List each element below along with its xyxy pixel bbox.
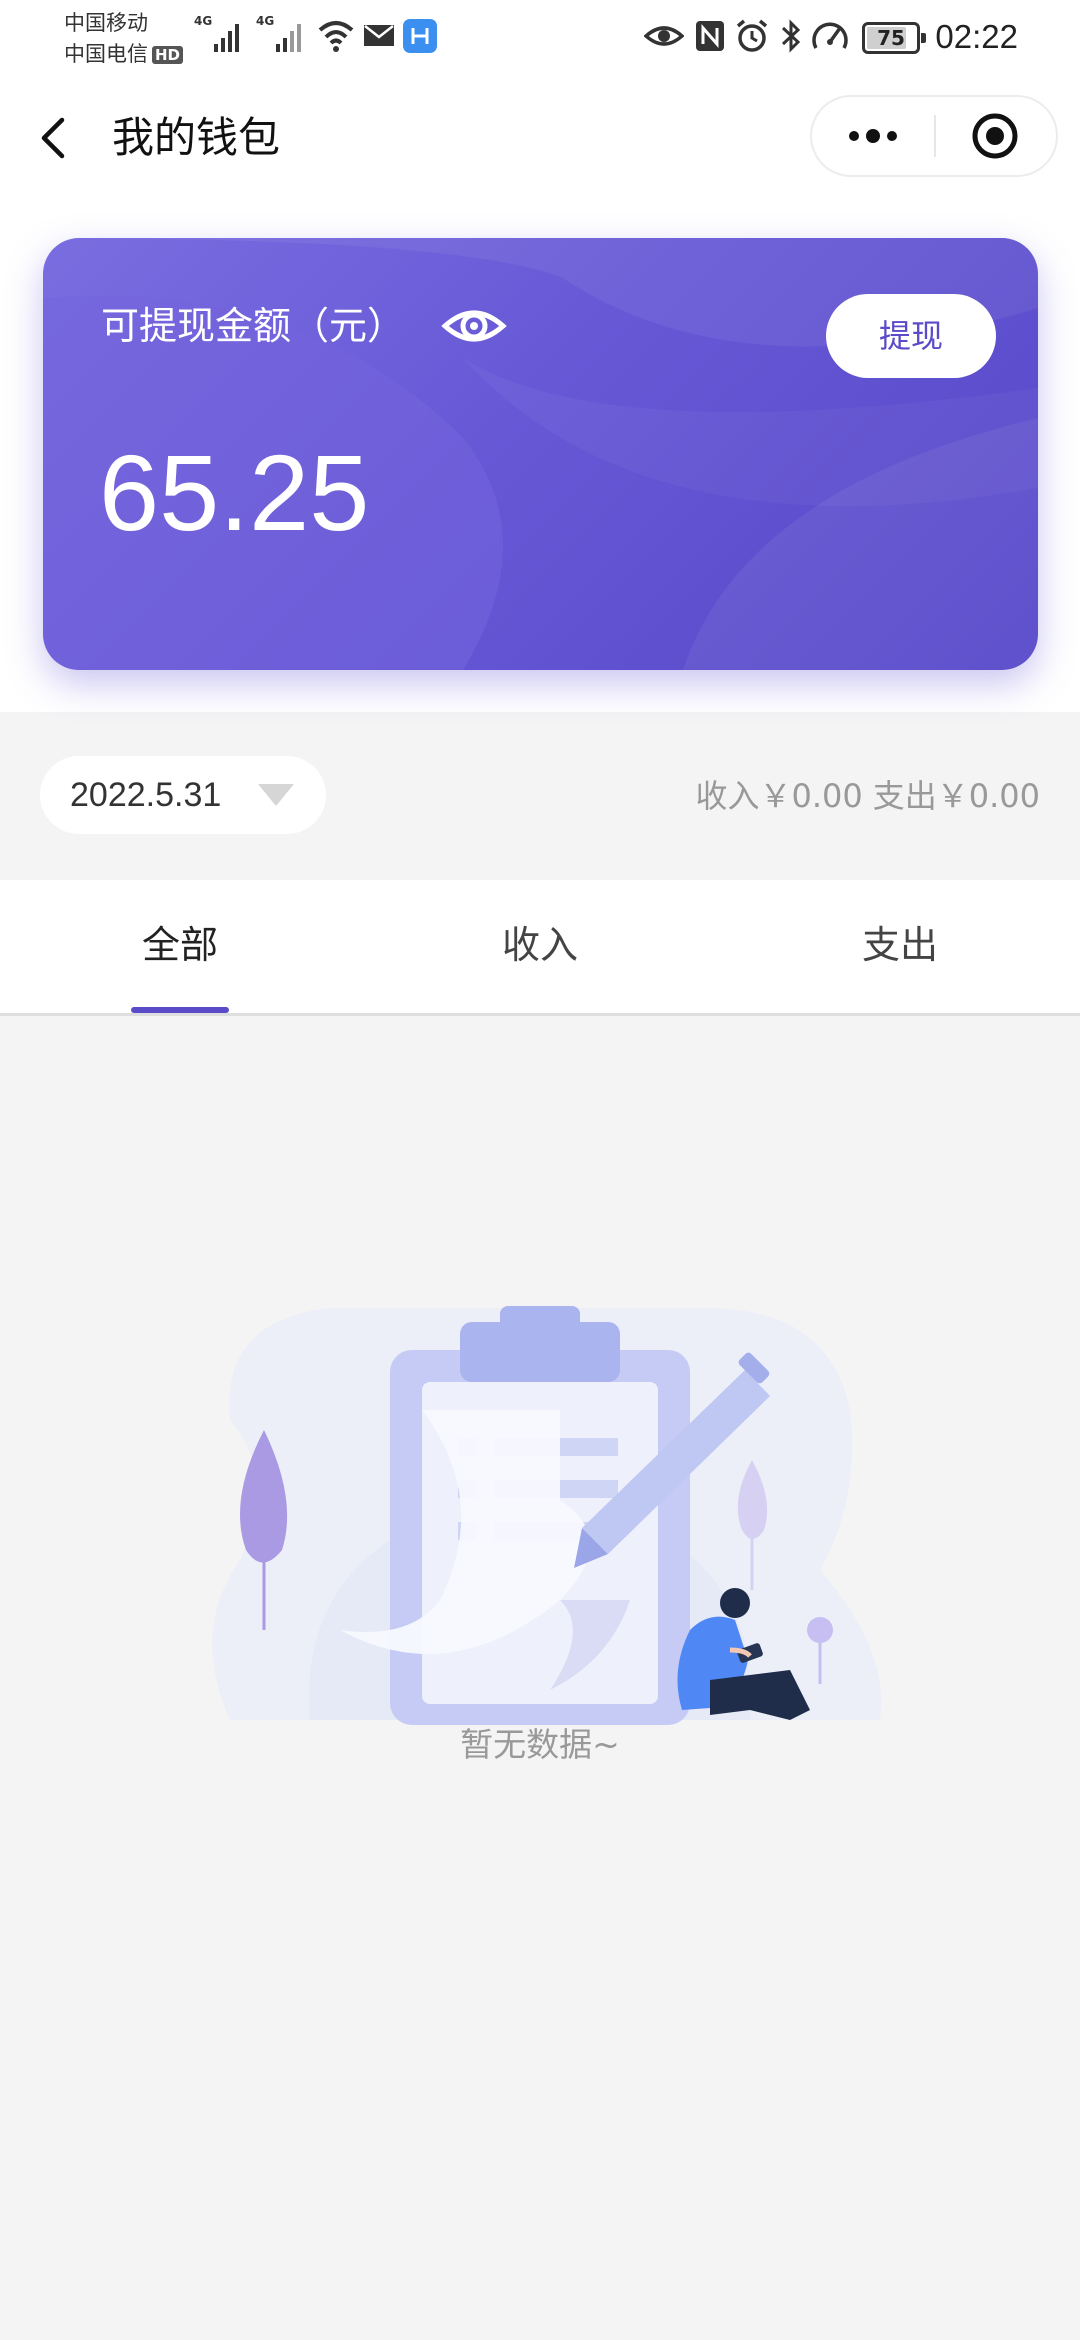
tab-all[interactable]: 全部 <box>0 880 360 1013</box>
mini-program-capsule <box>810 95 1058 177</box>
active-tab-indicator <box>131 1007 229 1013</box>
expense-summary: 支出￥0.00 <box>872 777 1040 815</box>
speed-meter-icon <box>812 22 848 49</box>
battery-cap <box>921 33 926 43</box>
bluetooth-icon <box>781 19 801 53</box>
alarm-icon <box>736 19 768 52</box>
battery-percent: 75 <box>877 26 905 50</box>
balance-label: 可提现金额（元） <box>101 304 406 348</box>
close-mini-program-button[interactable] <box>936 97 1058 175</box>
hd-badge: HD <box>152 46 184 64</box>
tab-income[interactable]: 收入 <box>360 880 720 1013</box>
status-bar: 中国移动 中国电信 HD 4G 4G 75 02:22 <box>0 0 1080 78</box>
mail-icon <box>364 25 394 46</box>
nav-bar: 我的钱包 <box>0 78 1080 198</box>
network-type-1: 4G <box>194 14 213 28</box>
more-options-button[interactable] <box>812 97 934 175</box>
eye-comfort-icon <box>644 26 684 46</box>
app-notification-icon <box>403 19 437 53</box>
transaction-tabs: 全部 收入 支出 <box>0 880 1080 1016</box>
more-dots-icon <box>849 129 897 143</box>
toggle-balance-visibility-button[interactable] <box>439 298 509 354</box>
nfc-icon <box>696 21 724 51</box>
network-type-2: 4G <box>256 14 275 28</box>
balance-amount: 65.25 <box>99 432 370 553</box>
back-arrow-icon <box>41 117 65 159</box>
cellular-signal-1-icon: 4G <box>194 14 246 60</box>
tab-expense[interactable]: 支出 <box>720 880 1080 1013</box>
selected-date: 2022.5.31 <box>70 776 222 814</box>
cellular-signal-2-icon: 4G <box>256 14 308 60</box>
back-button[interactable] <box>30 108 80 168</box>
income-summary: 收入￥0.00 <box>695 777 863 815</box>
status-time: 02:22 <box>935 18 1018 55</box>
battery-icon: 75 <box>862 22 926 54</box>
carrier-1: 中国移动 <box>64 11 148 35</box>
empty-state-illustration <box>212 1306 882 1725</box>
target-circle-icon <box>972 113 1018 159</box>
carrier-2: 中国电信 <box>64 42 148 66</box>
date-picker[interactable]: 2022.5.31 <box>40 756 326 834</box>
page-title: 我的钱包 <box>112 113 281 162</box>
period-summary: 收入￥0.00 支出￥0.00 <box>695 766 1040 826</box>
empty-state-text: 暂无数据~ <box>460 1725 620 1764</box>
carrier-2-row: 中国电信 HD <box>64 39 184 70</box>
wifi-icon <box>318 21 354 52</box>
eye-icon <box>441 310 507 342</box>
dropdown-triangle-icon <box>258 784 294 806</box>
wallet-balance-card: 可提现金额（元） 65.25 提现 <box>43 238 1038 670</box>
withdraw-button[interactable]: 提现 <box>826 294 996 378</box>
carrier-info: 中国移动 中国电信 HD <box>64 8 184 70</box>
